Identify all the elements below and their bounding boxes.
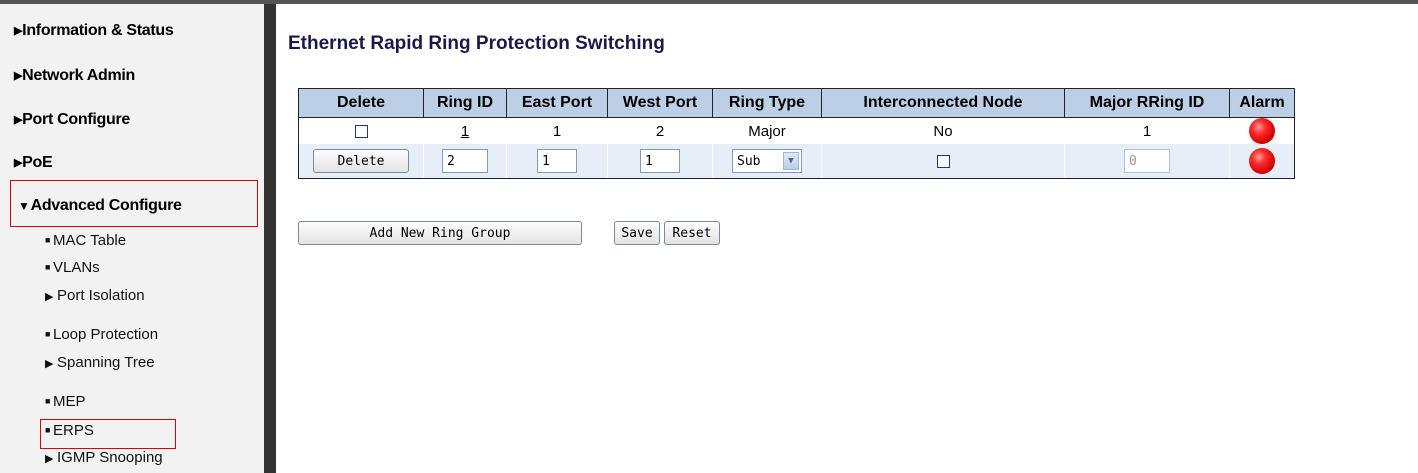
nav-label: Spanning Tree — [57, 354, 155, 371]
nav-erps[interactable]: ■ ERPS — [45, 422, 94, 439]
nav-label: Network Admin — [22, 67, 136, 84]
nav-port-configure[interactable]: ▶Port Configure — [14, 111, 130, 129]
nav-label: Advanced Configure — [30, 197, 182, 214]
nav-igmp-snooping[interactable]: ▶ IGMP Snooping — [45, 449, 163, 466]
cell-alarm — [1229, 144, 1295, 179]
ring-type-select-value: Sub — [737, 153, 761, 169]
ring-table: Delete Ring ID East Port West Port Ring … — [298, 88, 1295, 179]
cell-ring-type: Major — [712, 117, 822, 144]
col-header-delete: Delete — [298, 88, 424, 118]
cell-alarm — [1229, 117, 1295, 144]
nav-label: IGMP Snooping — [57, 449, 163, 466]
cell-west-port — [607, 144, 713, 179]
reset-button[interactable]: Reset — [664, 221, 720, 245]
nav-spanning-tree[interactable]: ▶ Spanning Tree — [45, 354, 155, 371]
nav-poe[interactable]: ▶PoE — [14, 154, 53, 172]
nav-label: Loop Protection — [53, 326, 159, 343]
triangle-right-icon: ▶ — [45, 358, 54, 370]
table-row: 1 1 2 Major No 1 — [298, 117, 1295, 144]
ring-id-input[interactable] — [442, 149, 488, 173]
nav-label: Port Configure — [22, 111, 130, 128]
col-header-ring-type: Ring Type — [712, 88, 822, 118]
ring-id-link[interactable]: 1 — [461, 123, 469, 140]
nav-mac-table[interactable]: ■ MAC Table — [45, 232, 126, 249]
table-row: Delete Sub ▼ — [298, 144, 1295, 179]
triangle-right-icon: ▶ — [45, 453, 54, 465]
cell-ring-id — [423, 144, 507, 179]
bullet-icon: ■ — [45, 425, 51, 436]
nav-vlans[interactable]: ■ VLANs — [45, 259, 100, 276]
major-rring-id-input — [1124, 149, 1170, 173]
chevron-down-icon: ▼ — [783, 152, 799, 170]
col-header-interconnected-node: Interconnected Node — [821, 88, 1065, 118]
nav-information-status[interactable]: ▶Information & Status — [14, 22, 174, 40]
cell-west-port: 2 — [607, 117, 713, 144]
west-port-input[interactable] — [640, 149, 680, 173]
cell-ring-type: Sub ▼ — [712, 144, 822, 179]
delete-row-button[interactable]: Delete — [313, 149, 409, 173]
cell-east-port — [506, 144, 608, 179]
cell-delete — [298, 117, 424, 144]
cell-east-port: 1 — [506, 117, 608, 144]
triangle-right-icon: ▶ — [14, 70, 23, 82]
nav-network-admin[interactable]: ▶Network Admin — [14, 67, 135, 85]
col-header-west-port: West Port — [607, 88, 713, 118]
col-header-major-rring-id: Major RRing ID — [1064, 88, 1230, 118]
triangle-down-icon: ▼ — [18, 199, 30, 213]
cell-major-rring-id — [1064, 144, 1230, 179]
col-header-alarm: Alarm — [1229, 88, 1295, 118]
cell-major-rring-id: 1 — [1064, 117, 1230, 144]
bullet-icon: ■ — [45, 235, 51, 246]
ring-type-select[interactable]: Sub ▼ — [732, 149, 802, 173]
triangle-right-icon: ▶ — [14, 114, 23, 126]
bullet-icon: ■ — [45, 262, 51, 273]
triangle-right-icon: ▶ — [45, 291, 54, 303]
nav-label: VLANs — [53, 259, 100, 276]
east-port-input[interactable] — [537, 149, 577, 173]
sidebar: ▶Information & Status ▶Network Admin ▶Po… — [0, 4, 264, 473]
table-header-row: Delete Ring ID East Port West Port Ring … — [298, 88, 1295, 118]
cell-ring-id: 1 — [423, 117, 507, 144]
cell-interconnected-node: No — [821, 117, 1065, 144]
nav-label: Port Isolation — [57, 287, 145, 304]
save-button[interactable]: Save — [614, 221, 660, 245]
cell-delete: Delete — [298, 144, 424, 179]
nav-mep[interactable]: ■ MEP — [45, 393, 86, 410]
bullet-icon: ■ — [45, 329, 51, 340]
sidebar-divider — [264, 4, 276, 473]
nav-loop-protection[interactable]: ■ Loop Protection — [45, 326, 158, 343]
bullet-icon: ■ — [45, 396, 51, 407]
interconnected-node-checkbox[interactable] — [936, 155, 950, 169]
page-title: Ethernet Rapid Ring Protection Switching — [288, 33, 665, 54]
triangle-right-icon: ▶ — [14, 157, 23, 169]
nav-label: MEP — [53, 393, 86, 410]
nav-advanced-configure[interactable]: ▼Advanced Configure — [18, 197, 182, 215]
alarm-red-icon — [1249, 148, 1275, 174]
alarm-red-icon — [1249, 118, 1275, 144]
col-header-east-port: East Port — [506, 88, 608, 118]
col-header-ring-id: Ring ID — [423, 88, 507, 118]
delete-checkbox[interactable] — [354, 125, 368, 139]
nav-label: Information & Status — [22, 22, 174, 39]
cell-interconnected-node — [821, 144, 1065, 179]
triangle-right-icon: ▶ — [14, 25, 23, 37]
nav-label: ERPS — [53, 422, 94, 439]
add-new-ring-group-button[interactable]: Add New Ring Group — [298, 221, 582, 245]
nav-label: MAC Table — [53, 232, 127, 249]
nav-label: PoE — [22, 154, 53, 171]
nav-port-isolation[interactable]: ▶ Port Isolation — [45, 287, 145, 304]
